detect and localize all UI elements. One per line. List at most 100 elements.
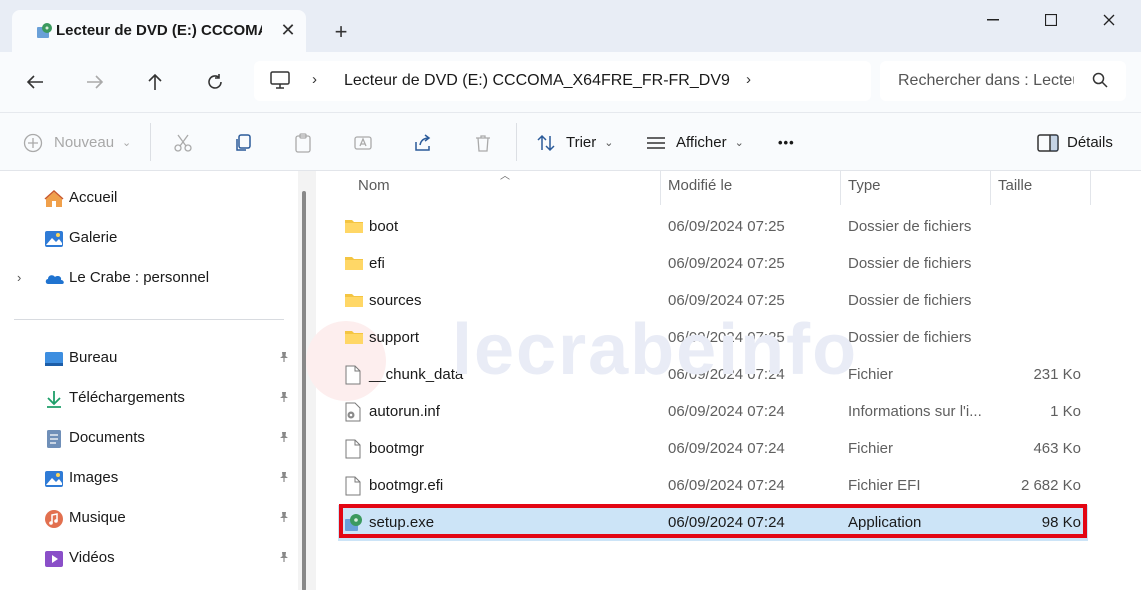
sidebar-scrollbar-thumb[interactable] bbox=[302, 191, 306, 590]
sidebar-item-label: Images bbox=[69, 469, 119, 486]
sidebar-item-onedrive[interactable]: › Le Crabe : personnel bbox=[0, 259, 298, 299]
file-type: Informations sur l'i... bbox=[848, 403, 982, 420]
sidebar-item-label: Accueil bbox=[69, 189, 118, 206]
table-row[interactable]: bootmgr 06/09/2024 07:24 Fichier 463 Ko bbox=[338, 431, 1088, 467]
sidebar-item-label: Bureau bbox=[69, 349, 118, 366]
close-window-button[interactable] bbox=[1086, 6, 1132, 34]
table-row[interactable]: sources 06/09/2024 07:25 Dossier de fich… bbox=[338, 283, 1088, 319]
sidebar-item-bureau[interactable]: Bureau bbox=[0, 339, 298, 379]
navigation-bar: › Lecteur de DVD (E:) CCCOMA_X64FRE_FR-F… bbox=[0, 52, 1141, 112]
view-button[interactable]: Afficher ⌄ bbox=[676, 127, 744, 157]
file-size: 463 Ko bbox=[1033, 440, 1081, 457]
pin-icon[interactable] bbox=[278, 551, 290, 566]
pin-icon[interactable] bbox=[278, 471, 290, 486]
file-size: 231 Ko bbox=[1033, 366, 1081, 383]
sidebar-item-galerie[interactable]: Galerie bbox=[0, 219, 298, 259]
pin-icon[interactable] bbox=[278, 511, 290, 526]
back-button[interactable] bbox=[17, 64, 53, 100]
file-date: 06/09/2024 07:25 bbox=[668, 329, 785, 346]
file-type: Fichier bbox=[848, 440, 894, 457]
minimize-button[interactable] bbox=[970, 6, 1016, 34]
forward-button[interactable] bbox=[77, 64, 113, 100]
desktop-icon bbox=[44, 349, 64, 369]
column-header-name[interactable]: Nom bbox=[358, 177, 390, 194]
breadcrumb-path[interactable]: Lecteur de DVD (E:) CCCOMA_X64FRE_FR-FR_… bbox=[344, 72, 730, 90]
details-label: Détails bbox=[1067, 133, 1113, 151]
table-row[interactable]: bootmgr.efi 06/09/2024 07:24 Fichier EFI… bbox=[338, 468, 1088, 504]
table-row[interactable]: boot 06/09/2024 07:25 Dossier de fichier… bbox=[338, 209, 1088, 245]
sidebar-item-musique[interactable]: Musique bbox=[0, 499, 298, 539]
setup-app-icon bbox=[344, 513, 364, 533]
file-icon bbox=[344, 365, 364, 385]
pin-icon[interactable] bbox=[278, 351, 290, 366]
tab-dvd-drive[interactable]: Lecteur de DVD (E:) CCCOMA_X64FRE_FR-FR_… bbox=[12, 10, 306, 52]
folder-icon bbox=[344, 217, 364, 237]
share-icon[interactable] bbox=[411, 131, 435, 155]
file-explorer-window: Lecteur de DVD (E:) CCCOMA_X64FRE_FR-FR_… bbox=[0, 0, 1141, 590]
file-name: sources bbox=[369, 292, 422, 309]
new-tab-button[interactable]: + bbox=[326, 18, 356, 46]
file-type: Dossier de fichiers bbox=[848, 218, 972, 235]
chevron-down-icon: ⌄ bbox=[604, 136, 614, 149]
sidebar-item-label: Galerie bbox=[69, 229, 118, 246]
file-size: 2 682 Ko bbox=[1020, 477, 1081, 494]
file-date: 06/09/2024 07:24 bbox=[668, 477, 785, 494]
computer-icon bbox=[270, 71, 290, 94]
sidebar-item-images[interactable]: Images bbox=[0, 459, 298, 499]
file-name: __chunk_data bbox=[369, 366, 464, 383]
sidebar-item-documents[interactable]: Documents bbox=[0, 419, 298, 459]
paste-icon[interactable] bbox=[291, 131, 315, 155]
divider bbox=[150, 123, 151, 161]
maximize-button[interactable] bbox=[1028, 6, 1074, 34]
column-header-size[interactable]: Taille bbox=[998, 177, 1032, 194]
delete-icon[interactable] bbox=[471, 131, 495, 155]
address-bar[interactable]: › Lecteur de DVD (E:) CCCOMA_X64FRE_FR-F… bbox=[254, 61, 871, 101]
file-date: 06/09/2024 07:24 bbox=[668, 403, 785, 420]
sidebar-item-videos[interactable]: Vidéos bbox=[0, 539, 298, 579]
table-row[interactable]: autorun.inf 06/09/2024 07:24 Information… bbox=[338, 394, 1088, 430]
table-row-selected[interactable]: setup.exe 06/09/2024 07:24 Application 9… bbox=[338, 505, 1088, 541]
copy-icon[interactable] bbox=[231, 131, 255, 155]
file-icon bbox=[344, 476, 364, 496]
pin-icon[interactable] bbox=[278, 431, 290, 446]
breadcrumb-chevron-icon[interactable]: › bbox=[312, 71, 317, 88]
column-divider[interactable] bbox=[840, 171, 841, 205]
folder-icon bbox=[344, 254, 364, 274]
pin-icon[interactable] bbox=[278, 391, 290, 406]
search-box[interactable]: Rechercher dans : Lecteur de DVD (E:) bbox=[880, 61, 1126, 101]
breadcrumb-chevron-icon[interactable]: › bbox=[746, 71, 751, 88]
expand-chevron-icon[interactable]: › bbox=[17, 270, 21, 285]
new-button[interactable]: Nouveau ⌄ bbox=[54, 127, 131, 157]
search-icon[interactable] bbox=[1092, 72, 1108, 93]
file-type: Fichier bbox=[848, 366, 894, 383]
refresh-button[interactable] bbox=[197, 64, 233, 100]
column-divider[interactable] bbox=[660, 171, 661, 205]
file-name: efi bbox=[369, 255, 385, 272]
up-button[interactable] bbox=[137, 64, 173, 100]
sidebar-scrollbar-track[interactable] bbox=[298, 171, 316, 590]
search-placeholder[interactable]: Rechercher dans : Lecteur de DVD (E:) bbox=[898, 72, 1074, 90]
home-icon bbox=[44, 189, 64, 209]
file-name: setup.exe bbox=[369, 514, 435, 531]
table-row[interactable]: efi 06/09/2024 07:25 Dossier de fichiers bbox=[338, 246, 1088, 282]
new-plus-icon bbox=[21, 131, 45, 155]
details-button[interactable]: Détails bbox=[1067, 127, 1113, 157]
table-row[interactable]: support 06/09/2024 07:25 Dossier de fich… bbox=[338, 320, 1088, 356]
more-options-button[interactable]: ••• bbox=[778, 127, 795, 157]
column-header-modified[interactable]: Modifié le bbox=[668, 177, 732, 194]
column-divider[interactable] bbox=[990, 171, 991, 205]
sort-button[interactable]: Trier ⌄ bbox=[566, 127, 614, 157]
file-size: 1 Ko bbox=[1050, 403, 1081, 420]
rename-icon[interactable] bbox=[351, 131, 375, 155]
new-label: Nouveau bbox=[54, 133, 115, 151]
download-icon bbox=[44, 389, 64, 409]
table-row[interactable]: __chunk_data 06/09/2024 07:24 Fichier 23… bbox=[338, 357, 1088, 393]
file-name: autorun.inf bbox=[369, 403, 440, 420]
tab-close-icon[interactable]: ✕ bbox=[276, 18, 300, 42]
sidebar-item-telechargements[interactable]: Téléchargements bbox=[0, 379, 298, 419]
column-divider[interactable] bbox=[1090, 171, 1091, 205]
sidebar-item-accueil[interactable]: Accueil bbox=[0, 179, 298, 219]
sidebar-item-label: Musique bbox=[69, 509, 126, 526]
column-header-type[interactable]: Type bbox=[848, 177, 881, 194]
cut-icon[interactable] bbox=[171, 131, 195, 155]
